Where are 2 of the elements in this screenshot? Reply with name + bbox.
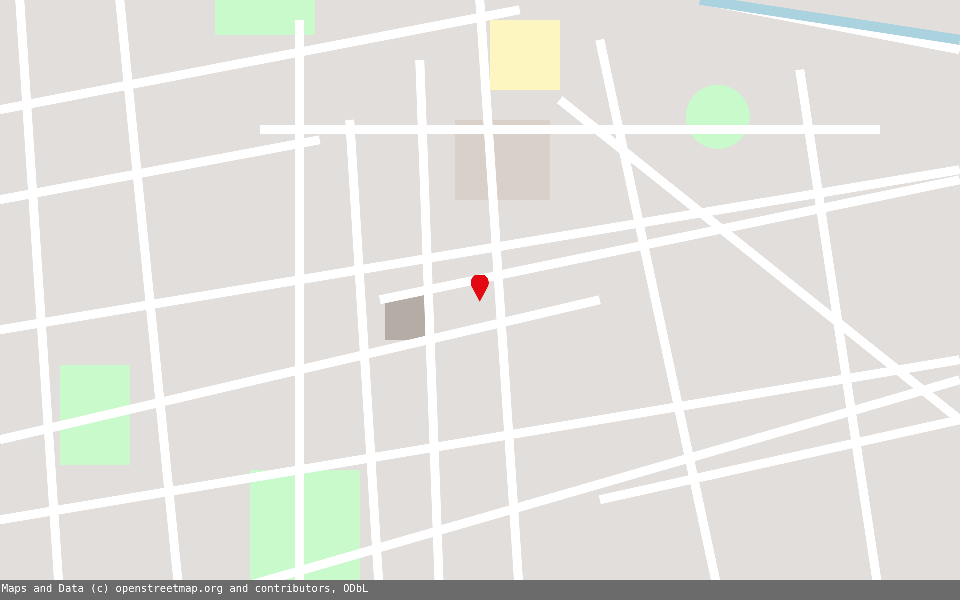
map-attribution: Maps and Data (c) openstreetmap.org and contributors, ODbL [2, 582, 369, 598]
map-pin-icon[interactable] [471, 275, 489, 302]
